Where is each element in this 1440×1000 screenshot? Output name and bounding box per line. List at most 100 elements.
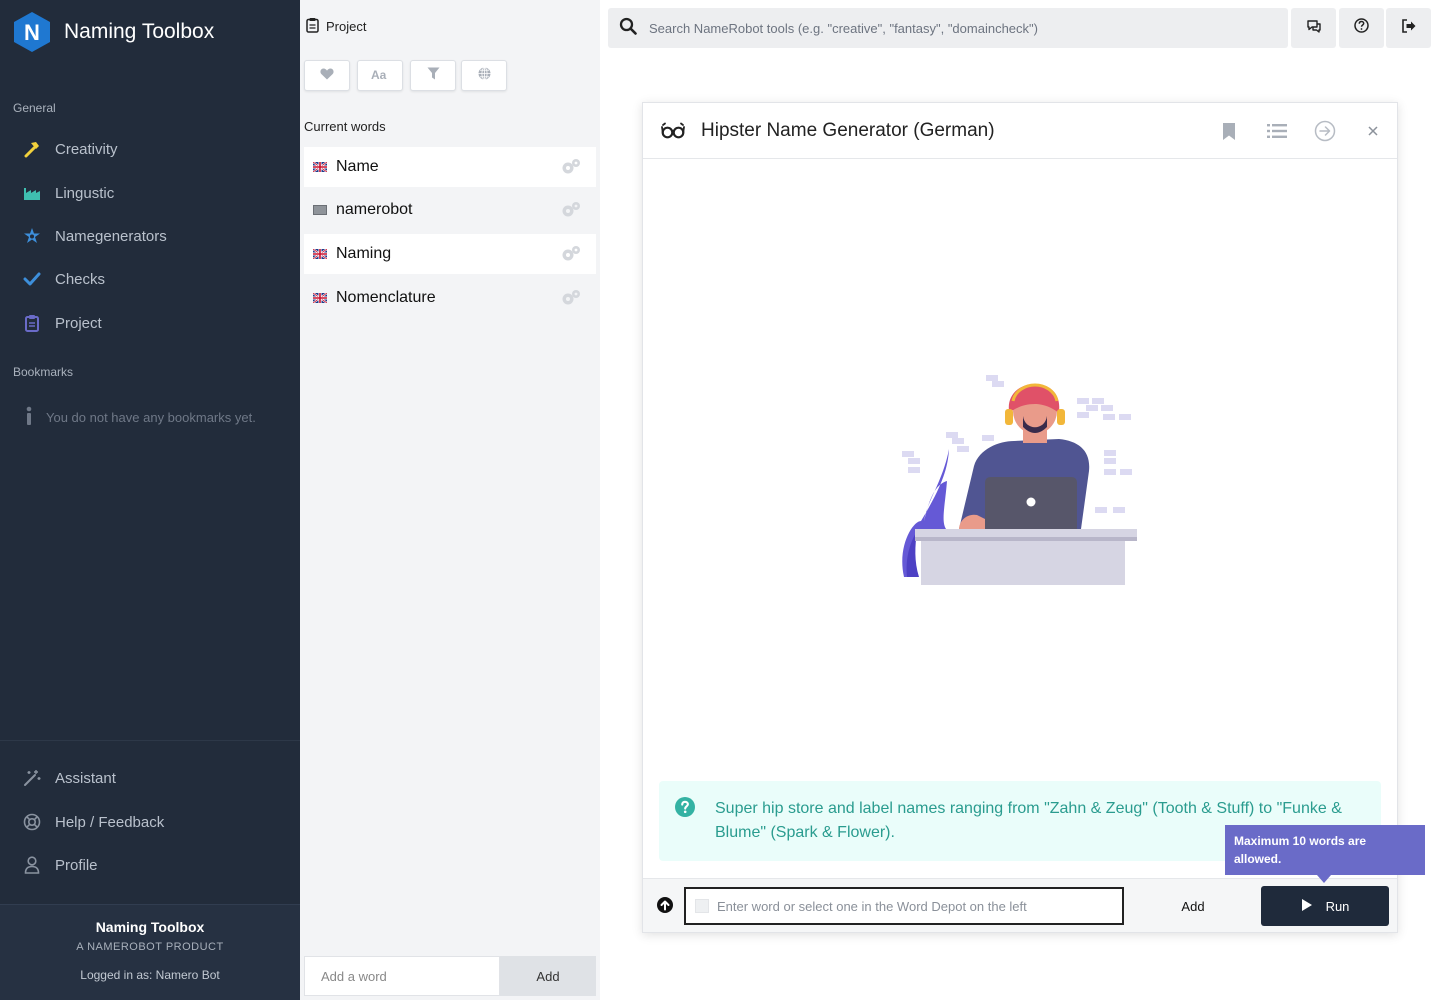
star-gear-icon xyxy=(22,226,42,246)
word-item[interactable]: Name xyxy=(304,147,596,187)
favorites-filter-button[interactable] xyxy=(304,60,350,91)
lifebuoy-icon xyxy=(22,812,42,832)
max-words-tooltip: Maximum 10 words are allowed. xyxy=(1225,825,1425,883)
run-button[interactable]: Run xyxy=(1261,886,1389,926)
upload-icon[interactable] xyxy=(657,897,673,913)
arrow-circle-icon xyxy=(1314,120,1336,142)
help-circle-icon xyxy=(1354,18,1369,38)
tool-add-button[interactable]: Add xyxy=(1163,887,1223,925)
uk-flag-icon xyxy=(313,293,327,303)
sidebar-item-label: Lingustic xyxy=(55,184,115,202)
glasses-icon xyxy=(661,122,685,139)
sidebar-item-namegenerators[interactable]: Namegenerators xyxy=(22,221,167,251)
search-icon xyxy=(619,17,637,40)
filter-icon xyxy=(427,67,440,85)
globe-icon xyxy=(478,66,491,85)
tool-word-placeholder: Enter word or select one in the Word Dep… xyxy=(717,898,1027,914)
uk-flag-icon xyxy=(313,162,327,172)
logout-icon xyxy=(1401,18,1417,38)
sidebar-item-assistant[interactable]: Assistant xyxy=(22,763,116,793)
run-button-label: Run xyxy=(1325,898,1350,914)
sidebar-item-lingustic[interactable]: Lingustic xyxy=(22,178,114,208)
logout-button[interactable] xyxy=(1386,8,1431,48)
uk-flag-icon xyxy=(313,249,327,259)
footer-subtitle: A NAMEROBOT PRODUCT xyxy=(76,941,224,953)
sidebar-item-label: Project xyxy=(55,314,102,332)
logged-in-text: Logged in as: Namero Bot xyxy=(80,968,220,982)
sidebar-item-creativity[interactable]: Creativity xyxy=(22,134,118,164)
tool-title: Hipster Name Generator (German) xyxy=(701,120,995,141)
word-settings-icon[interactable] xyxy=(560,245,582,263)
sidebar-divider xyxy=(0,740,300,741)
filter-button[interactable] xyxy=(410,60,456,91)
help-button[interactable] xyxy=(1339,8,1384,48)
current-words-label: Current words xyxy=(304,119,386,134)
tool-input-bar: Enter word or select one in the Word Dep… xyxy=(643,878,1397,932)
clipboard-icon xyxy=(22,313,42,333)
tool-word-input[interactable]: Enter word or select one in the Word Dep… xyxy=(684,887,1124,925)
sidebar-item-checks[interactable]: Checks xyxy=(22,264,105,294)
list-button[interactable] xyxy=(1265,119,1289,143)
word-input-checkbox[interactable] xyxy=(695,899,709,913)
sidebar-item-label: Checks xyxy=(55,270,106,288)
sidebar-item-label: Profile xyxy=(55,856,98,874)
info-icon xyxy=(25,406,35,429)
close-button[interactable] xyxy=(1361,119,1385,143)
word-text: namerobot xyxy=(336,201,413,218)
sidebar-item-help-feedback[interactable]: Help / Feedback xyxy=(22,807,164,837)
bookmarks-empty-message: You do not have any bookmarks yet. xyxy=(25,406,256,429)
sidebar-item-project[interactable]: Project xyxy=(22,308,102,338)
heart-icon xyxy=(320,67,334,85)
hammer-icon xyxy=(22,139,42,159)
word-settings-icon[interactable] xyxy=(560,158,582,176)
add-word-form: Add a word Add xyxy=(304,956,596,996)
sidebar: N Naming Toolbox General Creativity Ling… xyxy=(0,0,300,1000)
tooltip-arrow xyxy=(1317,875,1331,883)
neutral-flag-icon xyxy=(313,205,327,215)
sidebar-footer: Naming Toolbox A NAMEROBOT PRODUCT Logge… xyxy=(0,904,300,1000)
word-item[interactable]: Nomenclature xyxy=(304,278,596,318)
svg-text:N: N xyxy=(24,20,40,45)
bookmarks-section-title: Bookmarks xyxy=(13,365,74,379)
font-case-button[interactable]: Aa xyxy=(357,60,403,91)
add-word-input[interactable]: Add a word xyxy=(304,956,500,996)
user-icon xyxy=(22,855,42,875)
project-header: Project xyxy=(306,17,366,36)
sidebar-item-profile[interactable]: Profile xyxy=(22,850,98,880)
app-title: Naming Toolbox xyxy=(64,20,215,43)
word-settings-icon[interactable] xyxy=(560,289,582,307)
bookmarks-empty-text: You do not have any bookmarks yet. xyxy=(46,410,256,425)
language-button[interactable] xyxy=(461,60,507,91)
font-case-icon: Aa xyxy=(371,67,389,85)
word-item[interactable]: namerobot xyxy=(304,190,596,230)
next-tool-button[interactable] xyxy=(1313,119,1337,143)
logo-icon: N xyxy=(14,12,50,52)
tool-card-header: Hipster Name Generator (German) xyxy=(643,103,1397,159)
project-title: Project xyxy=(326,19,367,34)
question-icon xyxy=(675,797,695,817)
magic-wand-icon xyxy=(22,768,42,788)
sidebar-item-label: Namegenerators xyxy=(55,227,167,245)
sidebar-item-label: Assistant xyxy=(55,769,116,787)
developer-illustration xyxy=(902,375,1137,585)
bookmark-icon xyxy=(1223,122,1235,140)
bookmark-button[interactable] xyxy=(1217,119,1241,143)
search-bar[interactable]: Search NameRobot tools (e.g. "creative",… xyxy=(608,8,1288,48)
list-icon xyxy=(1267,124,1287,138)
footer-title: Naming Toolbox xyxy=(95,919,205,935)
close-icon xyxy=(1368,126,1378,136)
sidebar-item-label: Creativity xyxy=(55,140,118,158)
word-text: Name xyxy=(336,158,379,175)
play-icon xyxy=(1301,898,1313,915)
sidebar-item-label: Help / Feedback xyxy=(55,813,165,831)
word-item[interactable]: Naming xyxy=(304,234,596,274)
general-section-title: General xyxy=(13,101,56,115)
svg-text:Aa: Aa xyxy=(371,68,387,80)
chat-button[interactable] xyxy=(1291,8,1336,48)
word-settings-icon[interactable] xyxy=(560,201,582,219)
brand[interactable]: N Naming Toolbox xyxy=(13,11,214,53)
search-placeholder: Search NameRobot tools (e.g. "creative",… xyxy=(649,20,1038,36)
factory-chart-icon xyxy=(22,183,42,203)
add-word-button[interactable]: Add xyxy=(500,956,596,996)
chat-icon xyxy=(1306,19,1322,38)
